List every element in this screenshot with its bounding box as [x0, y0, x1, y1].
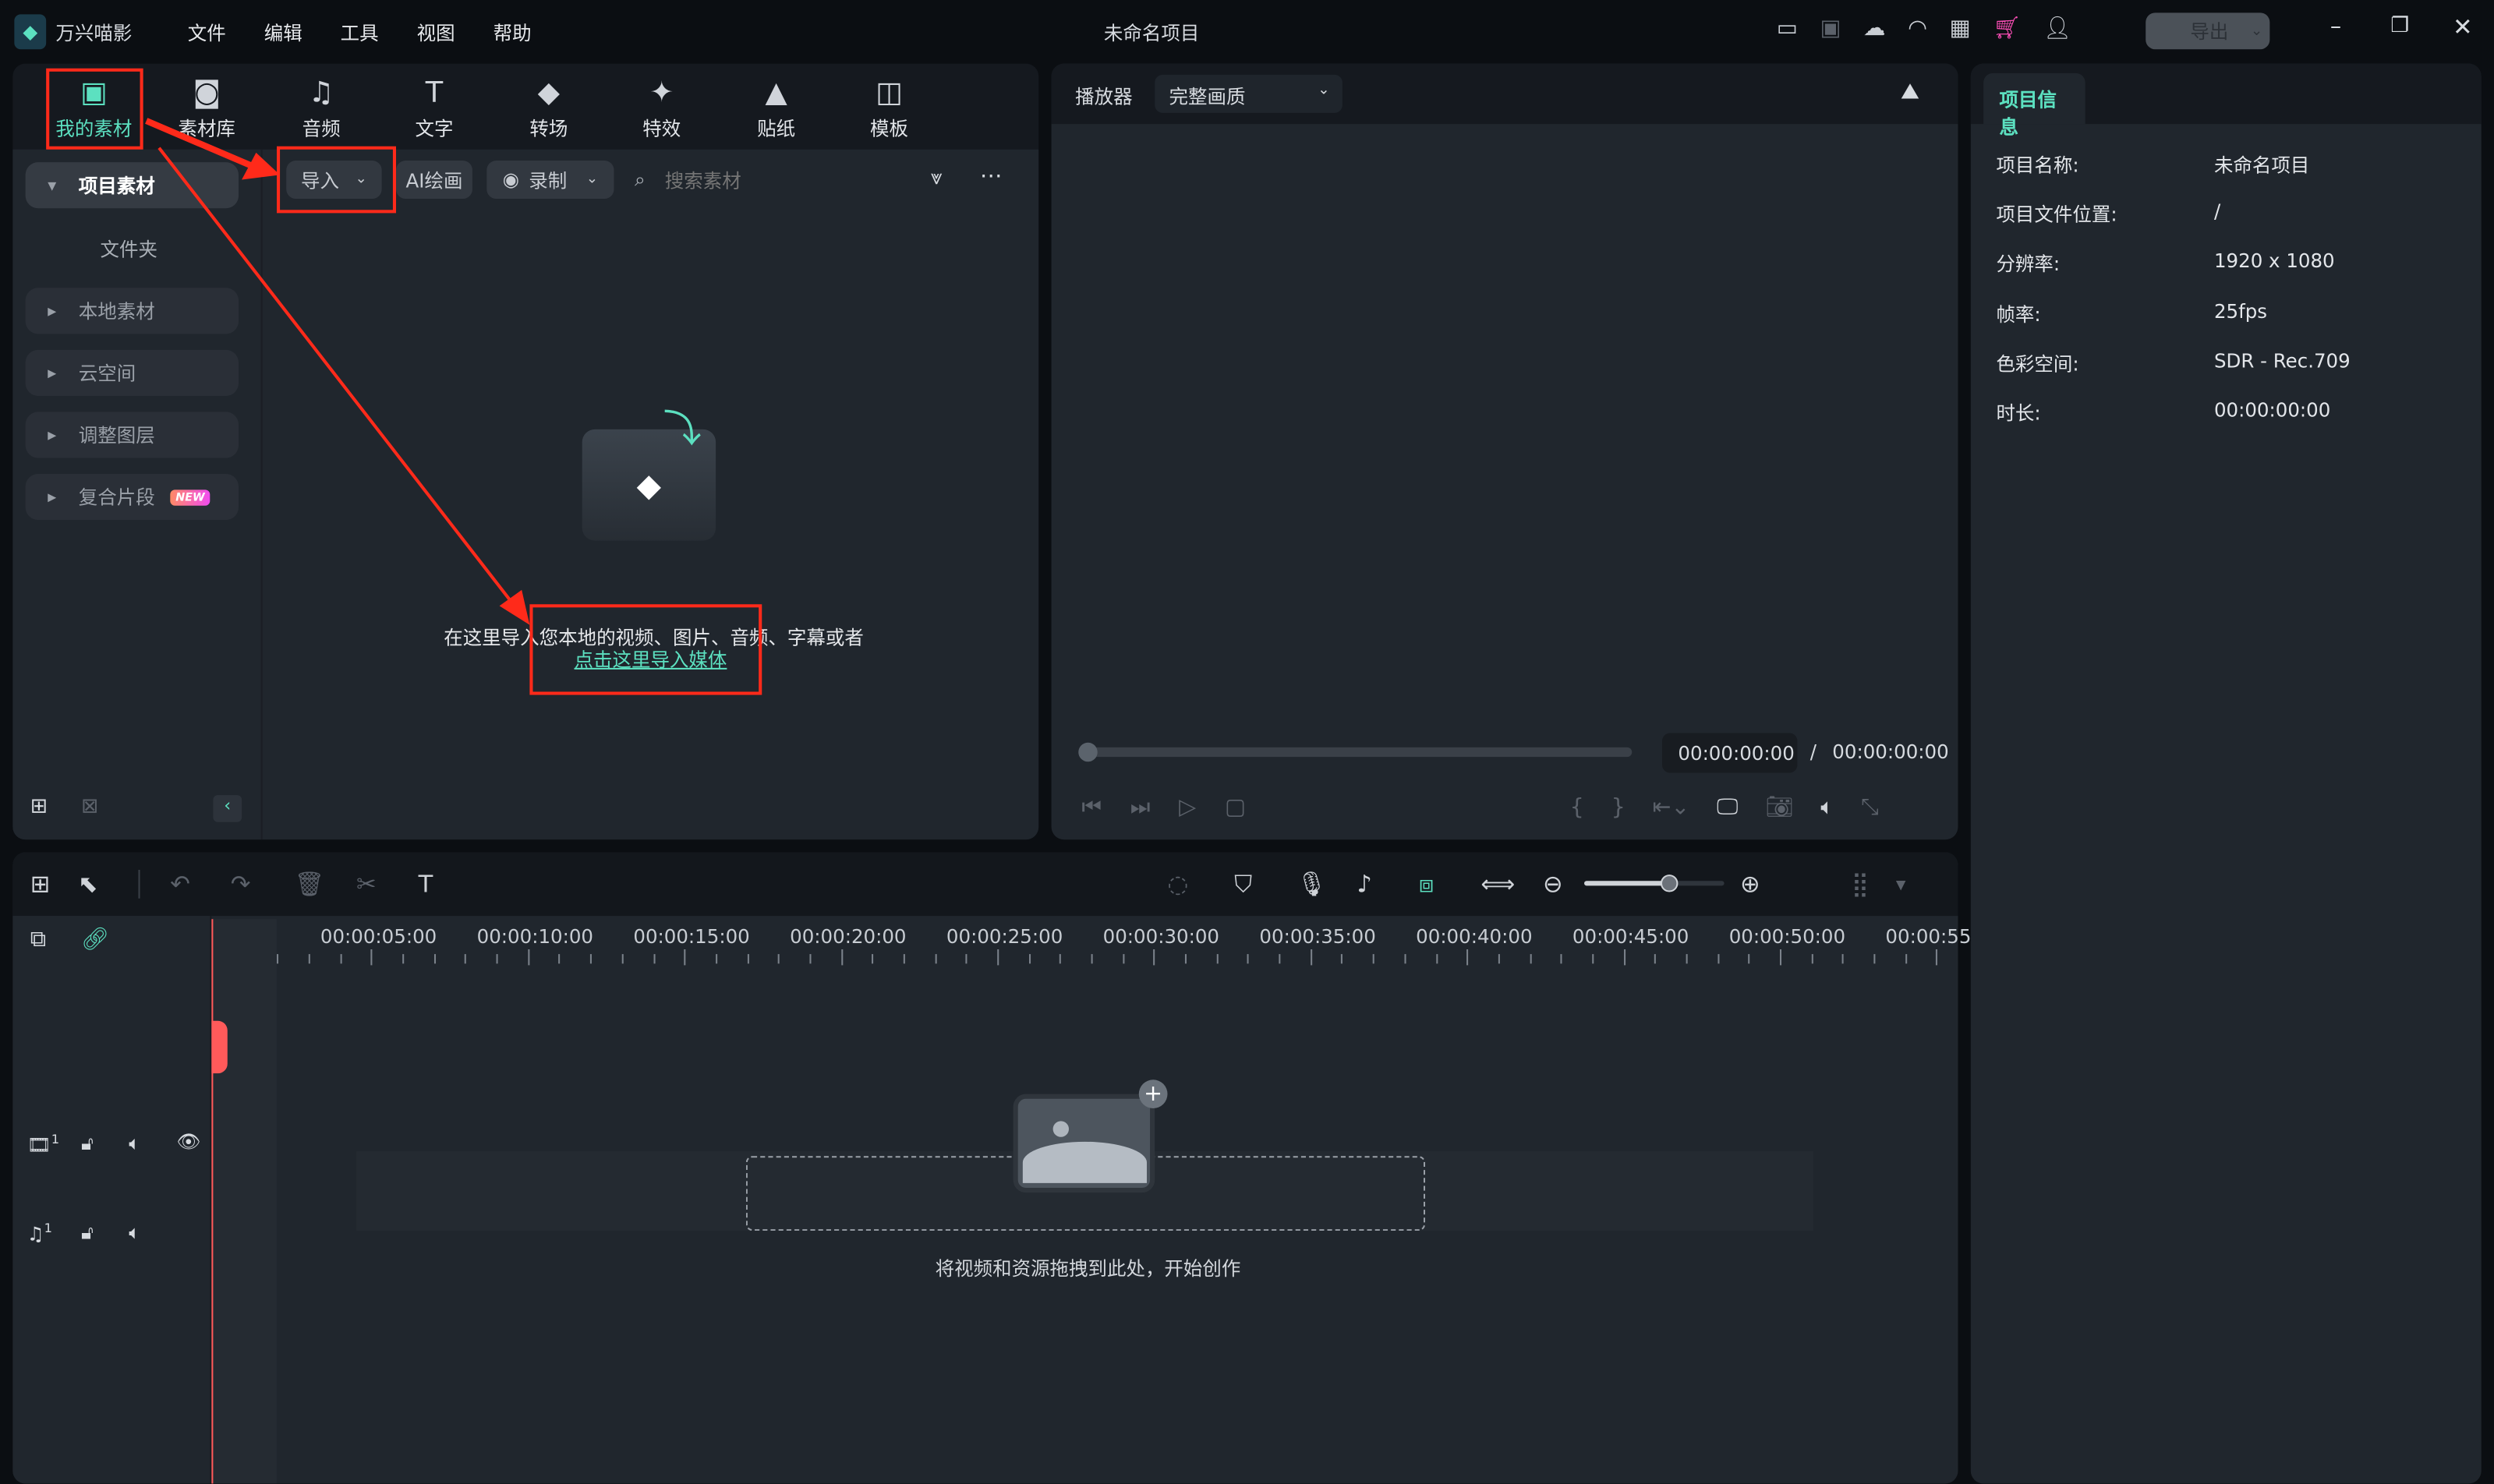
annotation-arrow-to-import: [145, 118, 256, 170]
annotation-arrows: [145, 118, 530, 625]
annotation-arrowhead-link: [499, 589, 530, 625]
annotation-arrow-to-link: [157, 147, 518, 610]
